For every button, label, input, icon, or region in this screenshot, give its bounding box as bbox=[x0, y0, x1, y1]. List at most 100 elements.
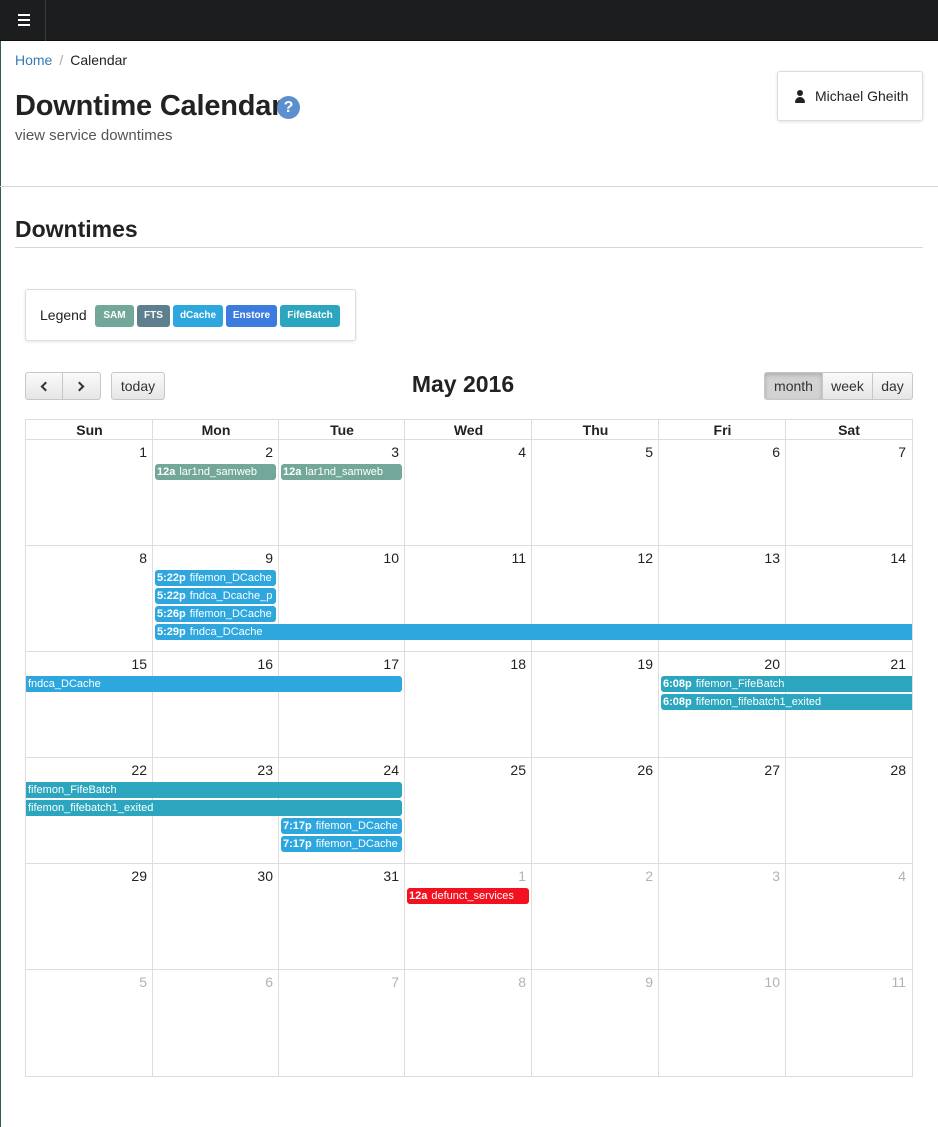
next-month-button[interactable] bbox=[62, 372, 101, 400]
day-number: 29 bbox=[131, 868, 147, 884]
event-title: fndca_Dcache_p bbox=[189, 590, 273, 602]
event-title: fifemon_fifebatch1_exited bbox=[28, 802, 154, 814]
menu-toggle-button[interactable] bbox=[0, 0, 46, 41]
calendar-event[interactable]: 12a defunct_services bbox=[407, 888, 529, 904]
day-number: 5 bbox=[645, 444, 653, 460]
calendar-event[interactable]: 12a lar1nd_samweb bbox=[155, 464, 276, 480]
event-title: fifemon_DCache bbox=[315, 838, 398, 850]
calendar-event[interactable]: 7:17p fifemon_DCache bbox=[281, 836, 402, 852]
event-title: defunct_services bbox=[431, 890, 514, 902]
day-number: 9 bbox=[645, 974, 653, 990]
calendar-event[interactable]: 6:08p fifemon_FifeBatch bbox=[661, 676, 912, 692]
calendar-event[interactable]: 7:17p fifemon_DCache bbox=[281, 818, 402, 834]
day-number: 27 bbox=[764, 762, 780, 778]
event-time: 7:17p bbox=[283, 820, 312, 832]
day-number: 28 bbox=[890, 762, 906, 778]
day-number: 20 bbox=[764, 656, 780, 672]
week-view-button[interactable]: week bbox=[822, 372, 873, 400]
day-number: 26 bbox=[637, 762, 653, 778]
today-button[interactable]: today bbox=[111, 372, 165, 400]
event-title: fifemon_FifeBatch bbox=[695, 678, 785, 690]
day-number: 1 bbox=[139, 444, 147, 460]
month-view-button[interactable]: month bbox=[764, 372, 823, 400]
day-number: 17 bbox=[383, 656, 399, 672]
legend-badge-dcache: dCache bbox=[173, 305, 223, 327]
breadcrumb: Home / Calendar bbox=[15, 52, 127, 68]
day-number: 11 bbox=[891, 974, 906, 990]
page-title: Downtime Calendar bbox=[15, 90, 283, 122]
day-header-sat: Sat bbox=[838, 422, 860, 438]
top-navbar bbox=[0, 0, 938, 41]
calendar-event[interactable]: 12a lar1nd_samweb bbox=[281, 464, 402, 480]
day-number: 6 bbox=[772, 444, 780, 460]
day-number: 10 bbox=[383, 550, 399, 566]
day-number: 18 bbox=[510, 656, 526, 672]
chevron-right-icon bbox=[74, 381, 85, 392]
day-number: 12 bbox=[637, 550, 653, 566]
legend-badge-enstore: Enstore bbox=[226, 305, 277, 327]
day-header-thu: Thu bbox=[582, 422, 609, 438]
calendar-event[interactable]: 5:26p fifemon_DCache bbox=[155, 606, 276, 622]
day-number: 3 bbox=[391, 444, 399, 460]
day-number: 22 bbox=[131, 762, 147, 778]
legend-badge-fts: FTS bbox=[137, 305, 170, 327]
user-icon bbox=[795, 90, 805, 103]
day-number: 25 bbox=[510, 762, 526, 778]
help-icon[interactable]: ? bbox=[277, 96, 300, 119]
day-number: 19 bbox=[637, 656, 653, 672]
event-title: fifemon_DCache bbox=[315, 820, 398, 832]
left-border bbox=[0, 41, 1, 1127]
day-number: 4 bbox=[898, 868, 906, 884]
day-number: 7 bbox=[391, 974, 399, 990]
day-number: 13 bbox=[764, 550, 780, 566]
event-time: 7:17p bbox=[283, 838, 312, 850]
day-number: 11 bbox=[511, 550, 526, 566]
day-header-sun: Sun bbox=[76, 422, 103, 438]
event-title: fndca_DCache bbox=[189, 626, 263, 638]
event-time: 5:29p bbox=[157, 626, 186, 638]
prev-month-button[interactable] bbox=[25, 372, 63, 400]
calendar-event[interactable]: fndca_DCache bbox=[26, 676, 402, 692]
day-header-fri: Fri bbox=[713, 422, 732, 438]
calendar-event[interactable]: 5:29p fndca_DCache bbox=[155, 624, 912, 640]
breadcrumb-home-link[interactable]: Home bbox=[15, 52, 52, 68]
header-divider bbox=[0, 186, 938, 187]
user-name: Michael Gheith bbox=[815, 88, 909, 104]
legend-badge-fifebatch: FifeBatch bbox=[280, 305, 340, 327]
event-title: fifemon_FifeBatch bbox=[28, 784, 117, 796]
day-number: 2 bbox=[265, 444, 273, 460]
calendar-event[interactable]: fifemon_fifebatch1_exited bbox=[26, 800, 402, 816]
day-header-wed: Wed bbox=[453, 422, 484, 438]
event-time: 5:26p bbox=[157, 608, 186, 620]
day-number: 14 bbox=[890, 550, 906, 566]
day-number: 23 bbox=[257, 762, 273, 778]
calendar-event[interactable]: fifemon_FifeBatch bbox=[26, 782, 402, 798]
day-header-mon: Mon bbox=[201, 422, 231, 438]
event-time: 6:08p bbox=[663, 678, 692, 690]
calendar-event[interactable]: 5:22p fndca_Dcache_p bbox=[155, 588, 276, 604]
event-time: 12a bbox=[283, 466, 302, 478]
day-number: 31 bbox=[383, 868, 399, 884]
day-header-tue: Tue bbox=[330, 422, 354, 438]
day-number: 15 bbox=[131, 656, 147, 672]
event-title: fifemon_DCache bbox=[189, 572, 272, 584]
day-number: 10 bbox=[764, 974, 780, 990]
day-number: 30 bbox=[257, 868, 273, 884]
event-title: lar1nd_samweb bbox=[179, 466, 258, 478]
chevron-left-icon bbox=[40, 381, 51, 392]
breadcrumb-separator: / bbox=[59, 52, 64, 68]
calendar-event[interactable]: 6:08p fifemon_fifebatch1_exited bbox=[661, 694, 912, 710]
day-number: 3 bbox=[772, 868, 780, 884]
day-number: 9 bbox=[265, 550, 273, 566]
event-title: lar1nd_samweb bbox=[305, 466, 384, 478]
event-title: fifemon_DCache bbox=[189, 608, 272, 620]
breadcrumb-current: Calendar bbox=[70, 52, 128, 68]
day-number: 21 bbox=[890, 656, 906, 672]
event-title: fifemon_fifebatch1_exited bbox=[695, 696, 822, 708]
calendar-event[interactable]: 5:22p fifemon_DCache bbox=[155, 570, 276, 586]
day-view-button[interactable]: day bbox=[872, 372, 913, 400]
page-subtitle: view service downtimes bbox=[15, 127, 173, 144]
day-number: 1 bbox=[518, 868, 526, 884]
day-number: 8 bbox=[518, 974, 526, 990]
user-button[interactable]: Michael Gheith bbox=[777, 71, 923, 121]
